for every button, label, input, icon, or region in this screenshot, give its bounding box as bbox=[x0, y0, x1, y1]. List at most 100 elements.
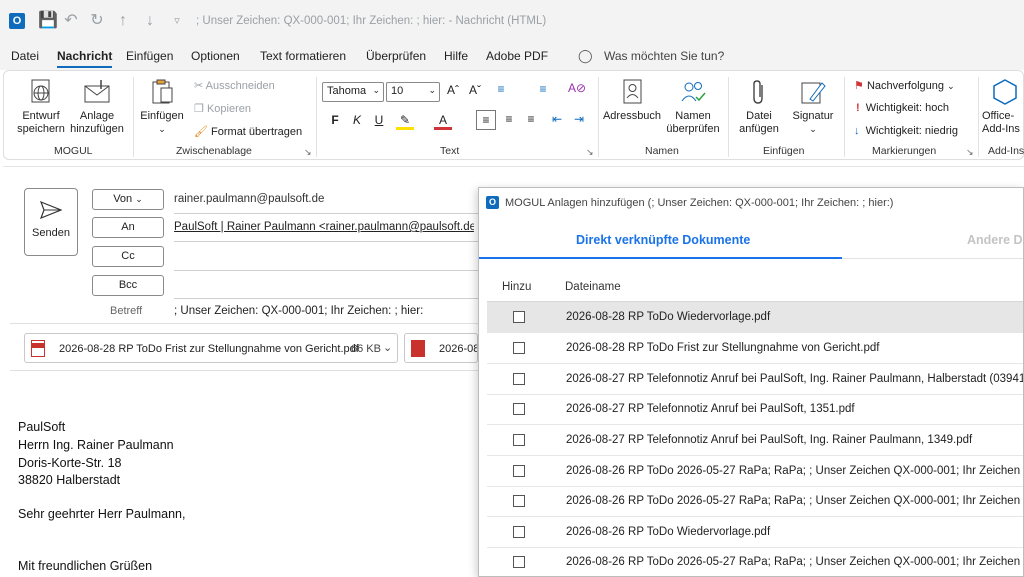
align-right-icon[interactable]: ≡ bbox=[522, 112, 540, 126]
table-row[interactable]: 2026-08-26 RP ToDo 2026-05-27 RaPa; RaPa… bbox=[487, 456, 1023, 487]
numbering-icon[interactable]: ≡ bbox=[534, 82, 552, 96]
signature-button[interactable]: Signatur ⌄ bbox=[788, 77, 838, 136]
tab-adobe-pdf[interactable]: Adobe PDF bbox=[486, 49, 548, 63]
paste-label: Einfügen bbox=[140, 110, 184, 122]
bold-icon[interactable]: F bbox=[326, 113, 344, 127]
column-header-filename[interactable]: Dateiname bbox=[565, 281, 621, 293]
subject-field[interactable]: ; Unser Zeichen: QX-000-001; Ihr Zeichen… bbox=[174, 305, 423, 317]
table-row[interactable]: 2026-08-27 RP Telefonnotiz Anruf bei Pau… bbox=[487, 394, 1023, 425]
office-addins-button[interactable]: Office- Add-Ins bbox=[982, 77, 1024, 136]
copy-button[interactable]: ❐ Kopieren bbox=[194, 102, 251, 115]
cut-button[interactable]: ✂ Ausschneiden bbox=[194, 79, 275, 92]
title-bar: O 💾 ↶ ↻ ↑ ↓ ▿ ; Unser Zeichen: QX-000-00… bbox=[0, 0, 1024, 44]
cc-button[interactable]: Cc bbox=[92, 246, 164, 267]
chevron-down-icon[interactable]: ⌄ bbox=[383, 341, 392, 354]
add-checkbox[interactable] bbox=[513, 311, 525, 323]
redo-icon[interactable]: ↻ bbox=[88, 12, 106, 30]
body-line[interactable]: Herrn Ing. Rainer Paulmann bbox=[18, 438, 174, 452]
send-button[interactable]: Senden bbox=[24, 188, 78, 256]
increase-indent-icon[interactable]: ⇥ bbox=[570, 112, 588, 126]
decrease-indent-icon[interactable]: ⇤ bbox=[548, 112, 566, 126]
tab-ueberpruefen[interactable]: Überprüfen bbox=[366, 49, 426, 63]
clear-formatting-icon[interactable]: A⊘ bbox=[568, 81, 586, 95]
bcc-field[interactable] bbox=[174, 298, 478, 299]
copy-icon: ❐ bbox=[194, 103, 204, 115]
tab-hilfe[interactable]: Hilfe bbox=[444, 49, 468, 63]
tab-text-formatieren[interactable]: Text formatieren bbox=[260, 49, 346, 63]
add-checkbox[interactable] bbox=[513, 526, 525, 538]
tell-me-search[interactable]: Was möchten Sie tun? bbox=[604, 49, 724, 63]
to-button[interactable]: An bbox=[92, 217, 164, 238]
dialog-launcher-icon[interactable]: ↘ bbox=[304, 147, 312, 158]
cc-field[interactable] bbox=[174, 270, 478, 271]
from-button[interactable]: Von ⌄ bbox=[92, 189, 164, 210]
grow-font-icon[interactable]: Aˆ bbox=[444, 83, 462, 97]
tab-other-documents[interactable]: Andere Do bbox=[967, 233, 1023, 247]
tab-nachricht[interactable]: Nachricht bbox=[57, 49, 113, 68]
dialog-launcher-icon[interactable]: ↘ bbox=[586, 147, 594, 158]
separator bbox=[316, 77, 317, 157]
table-row[interactable]: 2026-08-27 RP Telefonnotiz Anruf bei Pau… bbox=[487, 364, 1023, 395]
arrow-up-icon[interactable]: ↑ bbox=[114, 12, 132, 30]
add-checkbox[interactable] bbox=[513, 495, 525, 507]
body-line[interactable]: PaulSoft bbox=[18, 420, 65, 434]
to-field[interactable]: PaulSoft | Rainer Paulmann <rainer.paulm… bbox=[174, 221, 474, 233]
separator bbox=[133, 77, 134, 157]
align-center-icon[interactable]: ≡ bbox=[500, 112, 518, 126]
customize-icon[interactable]: ▿ bbox=[168, 12, 186, 30]
add-checkbox[interactable] bbox=[513, 403, 525, 415]
attach-file-button[interactable]: Datei anfügen bbox=[734, 77, 784, 136]
table-row[interactable]: 2026-08-28 RP ToDo Frist zur Stellungnah… bbox=[487, 333, 1023, 364]
tab-direct-documents[interactable]: Direkt verknüpfte Dokumente bbox=[576, 233, 750, 247]
add-checkbox[interactable] bbox=[513, 342, 525, 354]
format-painter-button[interactable]: 🖌 Format übertragen bbox=[194, 125, 302, 138]
body-line[interactable]: 38820 Halberstadt bbox=[18, 473, 120, 487]
highlight-icon[interactable]: ✎ bbox=[396, 113, 414, 130]
arrow-down-icon[interactable]: ↓ bbox=[141, 12, 159, 30]
check-names-button[interactable]: Namen überprüfen bbox=[664, 77, 722, 136]
paste-button[interactable]: Einfügen ⌄ bbox=[140, 77, 184, 136]
font-color-icon[interactable]: A bbox=[434, 113, 452, 130]
table-row[interactable]: 2026-08-28 RP ToDo Wiedervorlage.pdf bbox=[487, 302, 1023, 333]
table-row[interactable]: 2026-08-26 RP ToDo 2026-05-27 RaPa; RaPa… bbox=[487, 547, 1023, 576]
importance-low-button[interactable]: ↓ Wichtigkeit: niedrig bbox=[854, 125, 958, 137]
dialog-launcher-icon[interactable]: ↘ bbox=[966, 147, 974, 158]
font-size-select[interactable]: 10 ⌄ bbox=[386, 82, 440, 102]
tab-optionen[interactable]: Optionen bbox=[191, 49, 240, 63]
addressbook-button[interactable]: Adressbuch bbox=[600, 77, 664, 123]
underline-icon[interactable]: U bbox=[370, 113, 388, 127]
add-checkbox[interactable] bbox=[513, 373, 525, 385]
table-row[interactable]: 2026-08-27 RP Telefonnotiz Anruf bei Pau… bbox=[487, 425, 1023, 456]
importance-low-label: Wichtigkeit: niedrig bbox=[865, 125, 958, 137]
align-left-icon[interactable]: ≡ bbox=[476, 110, 496, 130]
chevron-down-icon: ⌄ bbox=[135, 194, 143, 204]
attachment-item[interactable]: 2026-08- bbox=[404, 333, 478, 363]
body-line[interactable]: Doris-Korte-Str. 18 bbox=[18, 456, 122, 470]
undo-icon[interactable]: ↶ bbox=[62, 12, 80, 30]
save-icon[interactable]: 💾 bbox=[38, 12, 58, 30]
arrow-down-icon: ↓ bbox=[854, 125, 860, 137]
bcc-button[interactable]: Bcc bbox=[92, 275, 164, 296]
body-line[interactable]: Mit freundlichen Grüßen bbox=[18, 559, 152, 573]
bullets-icon[interactable]: ≡ bbox=[492, 82, 510, 96]
globe-document-icon bbox=[31, 79, 50, 103]
followup-button[interactable]: ⚑ Nachverfolgung ⌄ bbox=[854, 79, 955, 92]
column-header-add[interactable]: Hinzu bbox=[502, 281, 531, 293]
table-row[interactable]: 2026-08-26 RP ToDo 2026-05-27 RaPa; RaPa… bbox=[487, 486, 1023, 517]
body-line[interactable]: Sehr geehrter Herr Paulmann, bbox=[18, 507, 185, 521]
table-row[interactable]: 2026-08-26 RP ToDo Wiedervorlage.pdf bbox=[487, 517, 1023, 548]
attachment-item[interactable]: 2026-08-28 RP ToDo Frist zur Stellungnah… bbox=[24, 333, 398, 363]
save-draft-button[interactable]: Entwurf speichern bbox=[14, 77, 68, 136]
active-tab-indicator bbox=[479, 257, 842, 259]
add-checkbox[interactable] bbox=[513, 556, 525, 568]
add-attachment-button[interactable]: Anlage hinzufügen bbox=[66, 77, 128, 136]
shrink-font-icon[interactable]: Aˇ bbox=[466, 83, 484, 97]
font-family-select[interactable]: Tahoma ⌄ bbox=[322, 82, 384, 102]
tab-einfuegen[interactable]: Einfügen bbox=[126, 49, 173, 63]
add-checkbox[interactable] bbox=[513, 434, 525, 446]
importance-high-button[interactable]: ! Wichtigkeit: hoch bbox=[856, 102, 949, 114]
italic-icon[interactable]: K bbox=[348, 113, 366, 127]
add-checkbox[interactable] bbox=[513, 465, 525, 477]
dialog-title-bar[interactable]: O MOGUL Anlagen hinzufügen (; Unser Zeic… bbox=[479, 188, 1023, 218]
tab-datei[interactable]: Datei bbox=[11, 49, 39, 63]
